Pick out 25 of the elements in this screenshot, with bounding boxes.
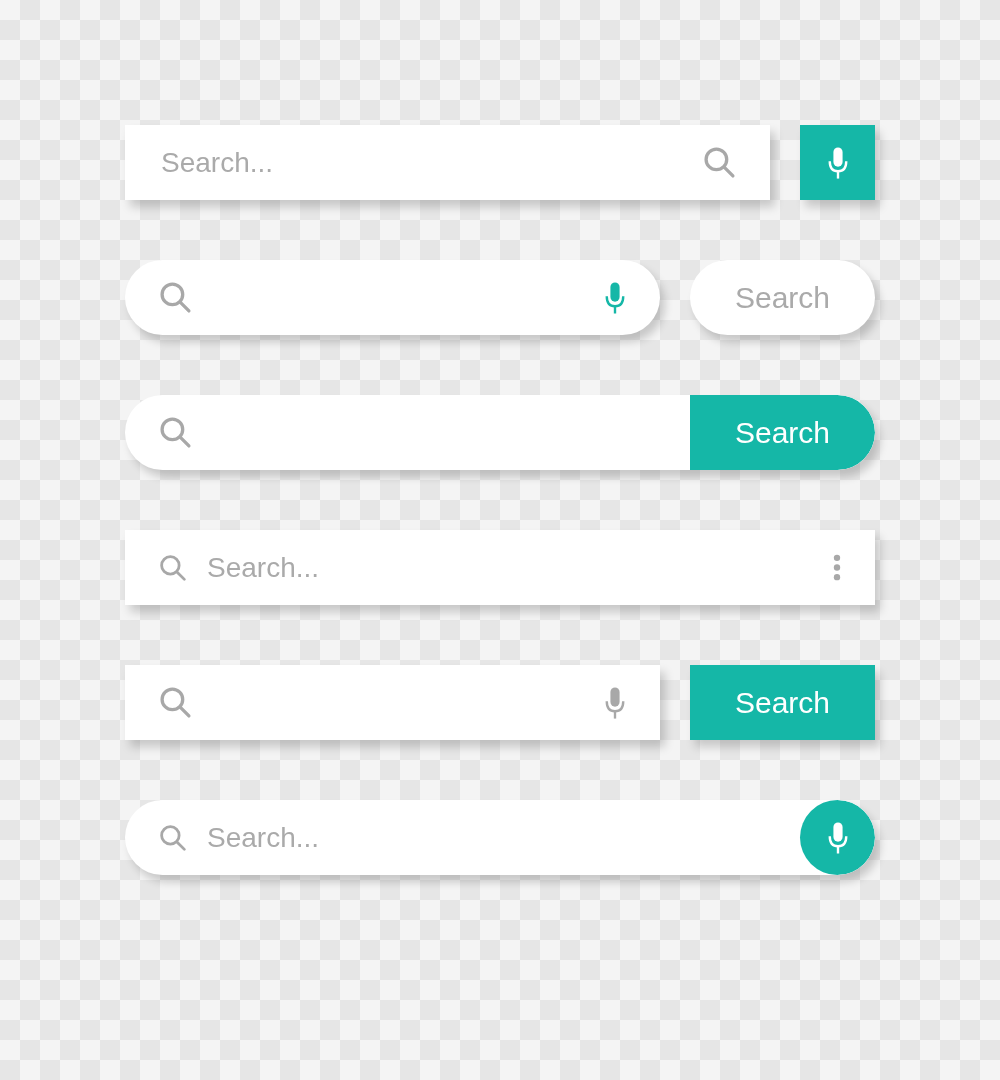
search-field[interactable]: Search... — [125, 530, 875, 605]
microphone-icon — [826, 819, 849, 856]
microphone-button[interactable] — [800, 125, 875, 200]
microphone-button[interactable] — [800, 800, 875, 875]
search-input[interactable]: Search... — [159, 145, 685, 180]
search-icon — [703, 146, 736, 179]
search-button[interactable]: Search — [690, 395, 875, 470]
search-icon — [159, 553, 187, 582]
microphone-icon — [826, 144, 849, 181]
search-button[interactable]: Search — [690, 260, 875, 335]
more-options-icon[interactable] — [833, 554, 841, 581]
search-input[interactable]: Search... — [205, 550, 815, 585]
search-button[interactable]: Search — [690, 665, 875, 740]
search-field[interactable] — [125, 260, 660, 335]
search-field[interactable] — [125, 665, 660, 740]
microphone-icon[interactable] — [604, 684, 626, 721]
search-input[interactable]: Search... — [205, 820, 771, 855]
search-icon — [159, 281, 192, 314]
search-icon — [159, 823, 187, 852]
microphone-icon[interactable] — [604, 279, 626, 316]
search-field[interactable]: Search — [125, 395, 875, 470]
search-icon — [159, 686, 192, 719]
search-icon — [159, 416, 192, 449]
search-field[interactable]: Search... — [125, 125, 770, 200]
search-field[interactable]: Search... — [125, 800, 875, 875]
